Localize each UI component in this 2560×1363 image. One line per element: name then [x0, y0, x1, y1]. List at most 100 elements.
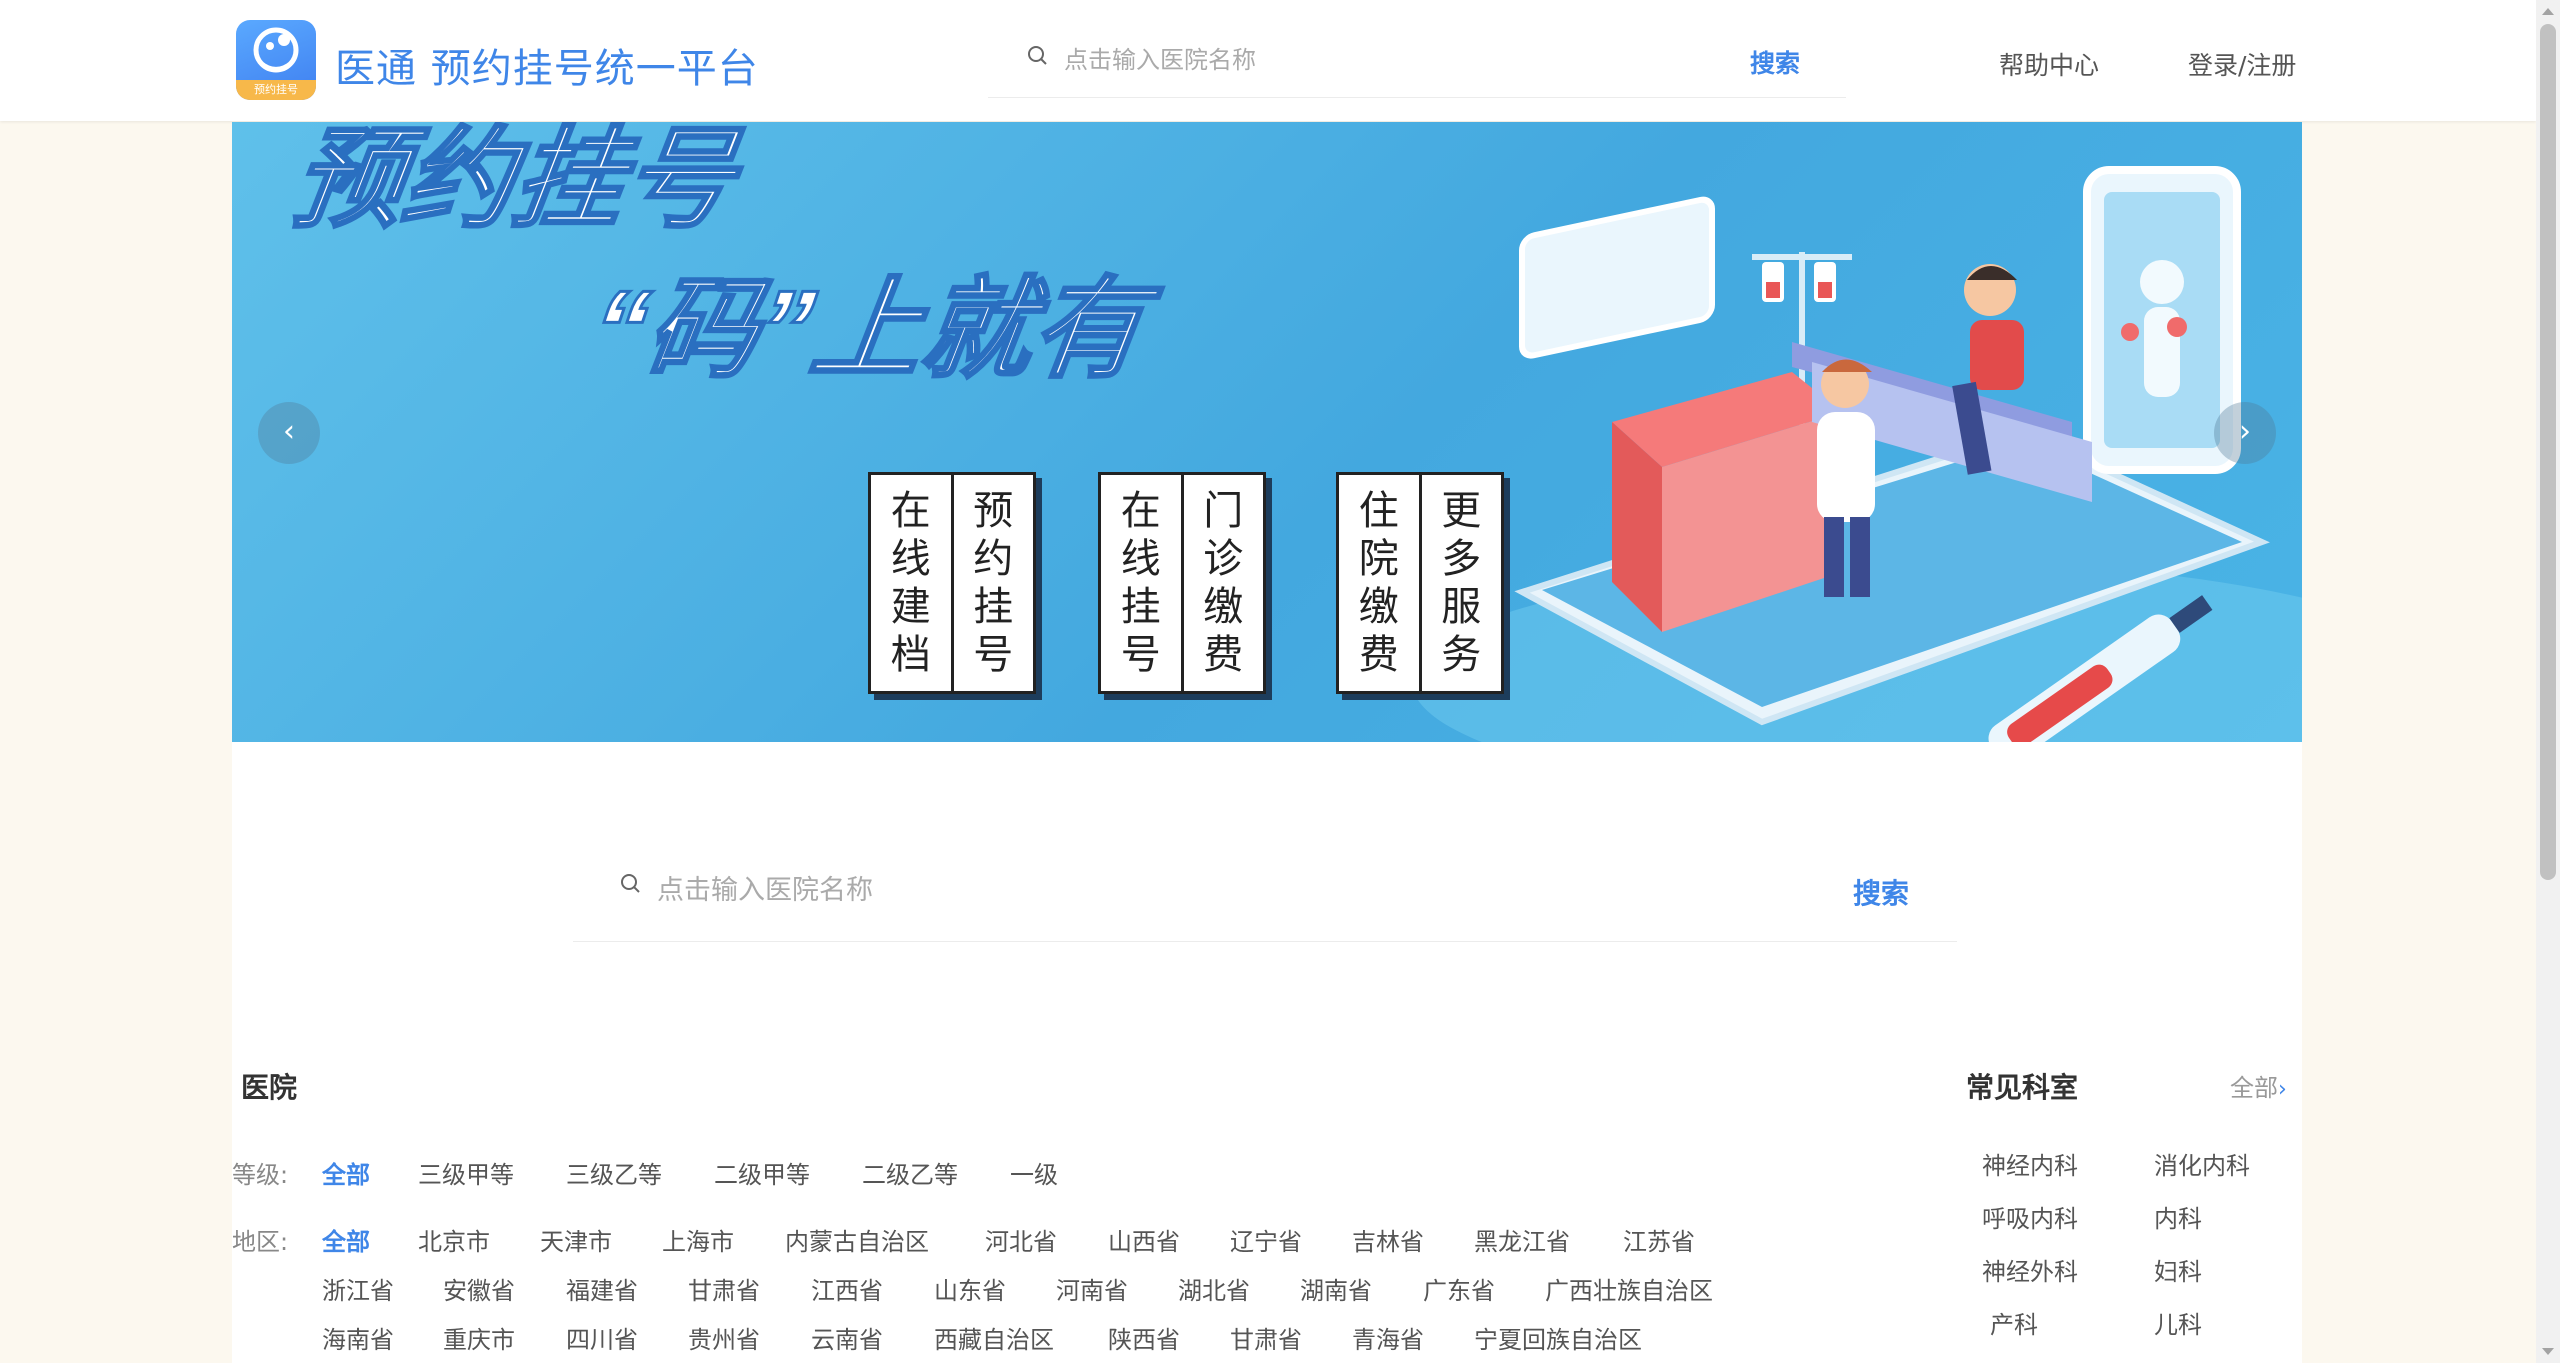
department-item[interactable]: 神经外科	[1982, 1252, 2078, 1287]
main-search: 搜索	[573, 840, 1957, 942]
level-filter-item[interactable]: 三级甲等	[418, 1155, 514, 1190]
region-filter-item[interactable]: 辽宁省	[1230, 1222, 1302, 1257]
department-item[interactable]: 呼吸内科	[1982, 1199, 2078, 1234]
banner-card-char: 号	[1120, 632, 1161, 678]
banner-card-char: 务	[1441, 632, 1482, 678]
region-filter-item[interactable]: 湖北省	[1178, 1271, 1250, 1306]
level-filter-item[interactable]: 一级	[1010, 1155, 1058, 1190]
region-filter-item[interactable]: 云南省	[811, 1320, 883, 1355]
hospital-section-title: 医院	[241, 1071, 298, 1104]
main-search-input[interactable]	[657, 868, 1657, 912]
region-filter-item[interactable]: 北京市	[418, 1222, 490, 1257]
region-filter-item[interactable]: 海南省	[322, 1320, 394, 1355]
region-filter-item[interactable]: 福建省	[566, 1271, 638, 1306]
department-item[interactable]: 儿科	[2154, 1305, 2202, 1340]
banner-card-char: 在	[890, 488, 931, 534]
banner-card-char: 院	[1358, 536, 1399, 582]
help-center-link[interactable]: 帮助中心	[1999, 46, 2099, 82]
region-filter-item[interactable]: 全部	[322, 1222, 370, 1257]
banner-card-char: 费	[1203, 632, 1244, 678]
region-filter-item[interactable]: 甘肃省	[688, 1271, 760, 1306]
banner-card-column: 门诊缴费	[1184, 475, 1264, 691]
level-filter-item[interactable]: 三级乙等	[566, 1155, 662, 1190]
department-item[interactable]: 妇科	[2154, 1252, 2202, 1287]
banner-card-char: 门	[1203, 488, 1244, 534]
region-filter-item[interactable]: 广东省	[1423, 1271, 1495, 1306]
region-filter-item[interactable]: 青海省	[1352, 1320, 1424, 1355]
banner-card-column: 在线挂号	[1101, 475, 1184, 691]
scrollbar-thumb[interactable]	[2540, 24, 2556, 880]
region-filter-label: 地区:	[232, 1228, 289, 1256]
main-search-button[interactable]: 搜索	[1853, 872, 1909, 912]
carousel-prev-button[interactable]: ‹	[258, 402, 320, 464]
department-item[interactable]: 消化内科	[2154, 1146, 2250, 1181]
banner-service-card: 在线建档预约挂号	[868, 472, 1036, 694]
banner-card-column: 更多服务	[1422, 475, 1502, 691]
banner-card-char: 挂	[1120, 584, 1161, 630]
site-title: 医通 预约挂号统一平台	[335, 46, 759, 92]
region-filter-item[interactable]: 西藏自治区	[934, 1320, 1054, 1355]
region-filter-item[interactable]: 上海市	[662, 1222, 734, 1257]
level-filter-item[interactable]: 全部	[322, 1155, 370, 1190]
banner-card-char: 缴	[1203, 584, 1244, 630]
banner-card-char: 费	[1358, 632, 1399, 678]
banner-card-char: 多	[1441, 536, 1482, 582]
banner-illustration: 预约挂号 “码”上就有	[284, 122, 2302, 742]
region-filter-item[interactable]: 甘肃省	[1230, 1320, 1302, 1355]
region-filter-item[interactable]: 重庆市	[443, 1320, 515, 1355]
banner-card-char: 在	[1120, 488, 1161, 534]
region-filter-item[interactable]: 黑龙江省	[1474, 1222, 1570, 1257]
region-filter-item[interactable]: 陕西省	[1108, 1320, 1180, 1355]
departments-all-label: 全部	[2230, 1074, 2278, 1102]
header-search-button[interactable]: 搜索	[1750, 44, 1800, 80]
banner-card-char: 住	[1358, 488, 1399, 534]
banner-card-char: 线	[890, 536, 931, 582]
region-filter-item[interactable]: 山西省	[1108, 1222, 1180, 1257]
banner-card-char: 更	[1441, 488, 1482, 534]
logo-mascot-icon	[253, 27, 299, 73]
region-filter-item[interactable]: 浙江省	[322, 1271, 394, 1306]
region-filter-item[interactable]: 江苏省	[1623, 1222, 1695, 1257]
region-filter-item[interactable]: 河北省	[985, 1222, 1057, 1257]
region-filter-item[interactable]: 湖南省	[1300, 1271, 1372, 1306]
departments-title: 常见科室	[1966, 1071, 2079, 1104]
region-filter-item[interactable]: 宁夏回族自治区	[1474, 1320, 1642, 1355]
banner-headline-2: “码”上就有	[584, 268, 1167, 390]
site-logo[interactable]: 预约挂号	[236, 20, 316, 100]
department-item[interactable]: 神经内科	[1982, 1146, 2078, 1181]
region-filter-item[interactable]: 河南省	[1056, 1271, 1128, 1306]
region-filter-item[interactable]: 山东省	[934, 1271, 1006, 1306]
login-register-link[interactable]: 登录/注册	[2188, 46, 2296, 82]
region-filter-item[interactable]: 安徽省	[443, 1271, 515, 1306]
region-filter-item[interactable]: 广西壮族自治区	[1545, 1271, 1713, 1306]
region-filter-item[interactable]: 吉林省	[1352, 1222, 1424, 1257]
header-search: 搜索	[988, 30, 1846, 98]
region-filter-item[interactable]: 四川省	[566, 1320, 638, 1355]
region-filter-item[interactable]: 贵州省	[688, 1320, 760, 1355]
level-filter-item[interactable]: 二级乙等	[862, 1155, 958, 1190]
banner-service-card: 住院缴费更多服务	[1336, 472, 1504, 694]
banner-carousel[interactable]: 预约挂号 “码”上就有 在线建档预约挂号在线挂号门诊缴费住院缴费更多服务 ‹ ›	[232, 122, 2302, 742]
region-filter-item[interactable]: 江西省	[811, 1271, 883, 1306]
scroll-down-arrow-icon[interactable]	[2542, 1348, 2554, 1355]
scroll-up-arrow-icon[interactable]	[2542, 8, 2554, 15]
departments-all-link[interactable]: 全部›	[2230, 1068, 2287, 1103]
banner-card-char: 约	[973, 536, 1014, 582]
banner-card-char: 缴	[1358, 584, 1399, 630]
department-item[interactable]: 产科	[1990, 1305, 2038, 1340]
region-filter-item[interactable]: 天津市	[540, 1222, 612, 1257]
region-filter-item[interactable]: 内蒙古自治区	[785, 1222, 929, 1257]
banner-card-char: 线	[1120, 536, 1161, 582]
banner-card-char: 档	[890, 632, 931, 678]
banner-card-char: 服	[1441, 584, 1482, 630]
level-filter-item[interactable]: 二级甲等	[714, 1155, 810, 1190]
banner-headline-1: 预约挂号	[285, 122, 750, 241]
department-item[interactable]: 内科	[2154, 1199, 2202, 1234]
chevron-right-icon: ›	[2278, 1077, 2287, 1102]
level-filter-label: 等级:	[232, 1161, 289, 1189]
search-icon	[621, 874, 640, 893]
carousel-next-button[interactable]: ›	[2214, 402, 2276, 464]
page-scrollbar[interactable]	[2536, 0, 2560, 1363]
header-search-input[interactable]	[1064, 40, 1644, 80]
banner-card-char: 诊	[1203, 536, 1244, 582]
